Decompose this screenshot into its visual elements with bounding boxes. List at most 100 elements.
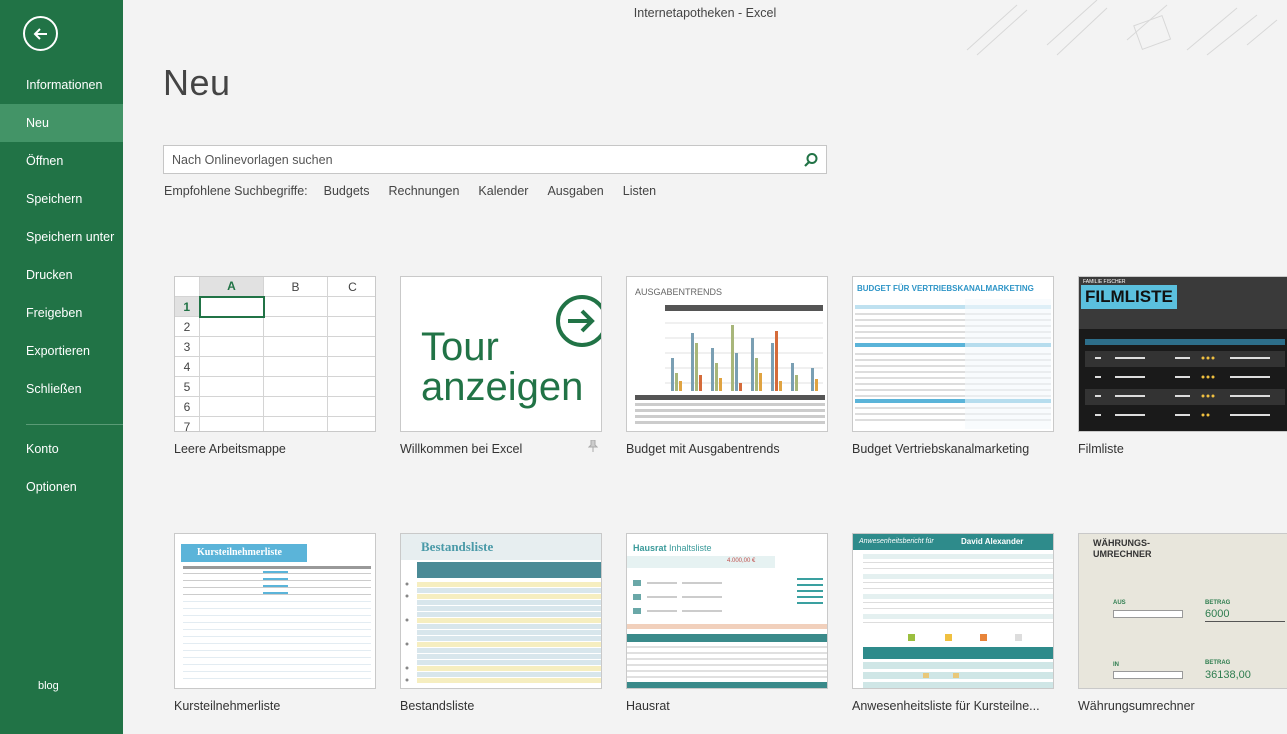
suggestion-listen[interactable]: Listen bbox=[623, 184, 656, 198]
col-header: C bbox=[327, 277, 375, 297]
template-label: Budget mit Ausgabentrends bbox=[626, 442, 780, 456]
template-filmliste[interactable]: FAMILIE FISCHER FILMLISTE Filmliste bbox=[1078, 276, 1287, 456]
template-search-input[interactable] bbox=[164, 146, 794, 173]
hausrat-value: 4.000,00 € bbox=[727, 558, 756, 564]
nav-freigeben[interactable]: Freigeben bbox=[0, 294, 123, 332]
tour-line1: Tour bbox=[421, 325, 499, 369]
waehrung-result-label: BETRAG bbox=[1205, 660, 1231, 666]
backstage-sidebar: Informationen Neu Öffnen Speichern Speic… bbox=[0, 0, 123, 734]
film-table-thumbnail bbox=[1085, 339, 1285, 417]
suggestion-budgets[interactable]: Budgets bbox=[324, 184, 370, 198]
template-label: Leere Arbeitsmappe bbox=[174, 442, 286, 456]
thumb-title: BUDGET FÜR VERTRIEBSKANALMARKETING bbox=[857, 284, 1034, 293]
suggested-searches-label: Empfohlene Suchbegriffe: bbox=[164, 184, 308, 198]
bestand-table-thumbnail bbox=[405, 562, 601, 683]
row-header: 1 bbox=[175, 296, 200, 317]
nav-drucken[interactable]: Drucken bbox=[0, 256, 123, 294]
waehrung-betrag-label: BETRAG bbox=[1205, 600, 1231, 606]
template-search-box bbox=[163, 145, 827, 174]
suggestion-ausgaben[interactable]: Ausgaben bbox=[547, 184, 603, 198]
waehrung-in-label: IN bbox=[1113, 662, 1119, 668]
suggested-searches: Empfohlene Suchbegriffe: Budgets Rechnun… bbox=[164, 184, 675, 198]
nav-exportieren[interactable]: Exportieren bbox=[0, 332, 123, 370]
row-header: 3 bbox=[175, 336, 200, 357]
row-header: 6 bbox=[175, 396, 200, 417]
template-label: Hausrat bbox=[626, 699, 670, 713]
template-blank-workbook[interactable]: A B C 1 2 3 4 5 6 7 Leere Arbeitsmappe bbox=[174, 276, 376, 456]
page-title: Neu bbox=[163, 62, 231, 103]
back-button[interactable] bbox=[23, 16, 58, 51]
thumb-title: Hausrat Inhaltsliste bbox=[633, 543, 712, 553]
template-label: Budget Vertriebskanalmarketing bbox=[852, 442, 1030, 456]
template-budget-vertrieb[interactable]: BUDGET FÜR VERTRIEBSKANALMARKETING Budge… bbox=[852, 276, 1054, 456]
waehrung-aus-label: AUS bbox=[1113, 600, 1126, 606]
template-waehrungsumrechner[interactable]: WÄHRUNGS- UMRECHNER AUS BETRAG 6000 IN B… bbox=[1078, 533, 1287, 713]
anwesen-name: David Alexander bbox=[961, 537, 1024, 546]
template-hausrat[interactable]: Hausrat Inhaltsliste 4.000,00 € Hausrat bbox=[626, 533, 828, 713]
row-header: 2 bbox=[175, 316, 200, 337]
thumb-title: Kursteilnehmerliste bbox=[181, 544, 307, 562]
template-bestandsliste[interactable]: Bestandsliste Bestandsliste bbox=[400, 533, 602, 713]
suggestion-kalender[interactable]: Kalender bbox=[478, 184, 528, 198]
tour-text: Tour anzeigen bbox=[421, 327, 583, 407]
nav-konto[interactable]: Konto bbox=[0, 430, 123, 468]
thumb-title: Bestandsliste bbox=[421, 539, 494, 554]
nav-informationen[interactable]: Informationen bbox=[0, 66, 123, 104]
waehrung-betrag-value: 6000 bbox=[1205, 608, 1230, 620]
pin-icon[interactable] bbox=[588, 440, 598, 452]
template-label: Filmliste bbox=[1078, 442, 1124, 456]
kurs-table-thumbnail bbox=[183, 566, 371, 679]
col-header: A bbox=[199, 277, 264, 298]
suggestion-rechnungen[interactable]: Rechnungen bbox=[389, 184, 460, 198]
thumb-title: WÄHRUNGS- UMRECHNER bbox=[1093, 538, 1152, 559]
nav-optionen[interactable]: Optionen bbox=[0, 468, 123, 506]
template-thumbnail: Tour anzeigen bbox=[400, 276, 602, 432]
template-label: Willkommen bei Excel bbox=[400, 442, 523, 456]
template-label: Währungsumrechner bbox=[1078, 699, 1195, 713]
nav-neu[interactable]: Neu bbox=[0, 104, 123, 142]
thumb-title: FILMLISTE bbox=[1081, 285, 1177, 309]
template-label: Kursteilnehmerliste bbox=[174, 699, 281, 713]
template-kursteilnehmerliste[interactable]: Kursteilnehmerliste Kursteilnehmerliste bbox=[174, 533, 376, 713]
nav-speichern-unter[interactable]: Speichern unter bbox=[0, 218, 123, 256]
template-thumbnail: Anwesenheitsbericht für David Alexander bbox=[852, 533, 1054, 689]
template-budget-ausgabentrends[interactable]: AUSGABENTRENDS Budget mit Ausgabentrends bbox=[626, 276, 828, 456]
template-anwesenheitsliste[interactable]: Anwesenheitsbericht für David Alexander … bbox=[852, 533, 1054, 713]
hausrat-subtitle: Inhaltsliste bbox=[669, 543, 712, 553]
expense-chart-thumbnail bbox=[635, 305, 825, 424]
template-label: Bestandsliste bbox=[400, 699, 475, 713]
waehrung-aus-select bbox=[1113, 610, 1183, 618]
nav-oeffnen[interactable]: Öffnen bbox=[0, 142, 123, 180]
nav-speichern[interactable]: Speichern bbox=[0, 180, 123, 218]
row-header: 4 bbox=[175, 356, 200, 377]
anwesen-table-thumbnail bbox=[863, 554, 1053, 688]
blog-label: blog bbox=[38, 680, 59, 692]
template-tour[interactable]: Tour anzeigen Willkommen bei Excel bbox=[400, 276, 602, 456]
thumb-title: Anwesenheitsbericht für bbox=[859, 538, 934, 545]
tour-line2: anzeigen bbox=[421, 365, 584, 409]
template-thumbnail: Hausrat Inhaltsliste 4.000,00 € bbox=[626, 533, 828, 689]
nav-schliessen[interactable]: Schließen bbox=[0, 370, 123, 408]
waehrung-in-select bbox=[1113, 671, 1183, 679]
decorative-sketch-icon bbox=[966, 0, 1278, 56]
row-header: 7 bbox=[175, 416, 200, 431]
template-thumbnail: AUSGABENTRENDS bbox=[626, 276, 828, 432]
back-arrow-icon bbox=[33, 27, 47, 40]
template-thumbnail: BUDGET FÜR VERTRIEBSKANALMARKETING bbox=[852, 276, 1054, 432]
template-label: Anwesenheitsliste für Kursteilne... bbox=[852, 699, 1040, 713]
vertrieb-table-thumbnail bbox=[855, 299, 1051, 429]
template-thumbnail: WÄHRUNGS- UMRECHNER AUS BETRAG 6000 IN B… bbox=[1078, 533, 1287, 689]
template-thumbnail: FAMILIE FISCHER FILMLISTE bbox=[1078, 276, 1287, 432]
row-header: 5 bbox=[175, 376, 200, 397]
template-thumbnail: A B C 1 2 3 4 5 6 7 bbox=[174, 276, 376, 432]
hausrat-title: Hausrat bbox=[633, 543, 667, 553]
waehrung-result-value: 36138,00 bbox=[1205, 669, 1251, 681]
thumb-title: AUSGABENTRENDS bbox=[635, 287, 723, 297]
search-icon[interactable] bbox=[802, 151, 820, 169]
blank-grid: A B C 1 2 3 4 5 6 7 bbox=[175, 277, 375, 431]
hausrat-table-thumbnail bbox=[627, 578, 827, 688]
nav-divider bbox=[26, 424, 123, 425]
template-thumbnail: Bestandsliste bbox=[400, 533, 602, 689]
col-header: B bbox=[263, 277, 328, 297]
template-thumbnail: Kursteilnehmerliste bbox=[174, 533, 376, 689]
